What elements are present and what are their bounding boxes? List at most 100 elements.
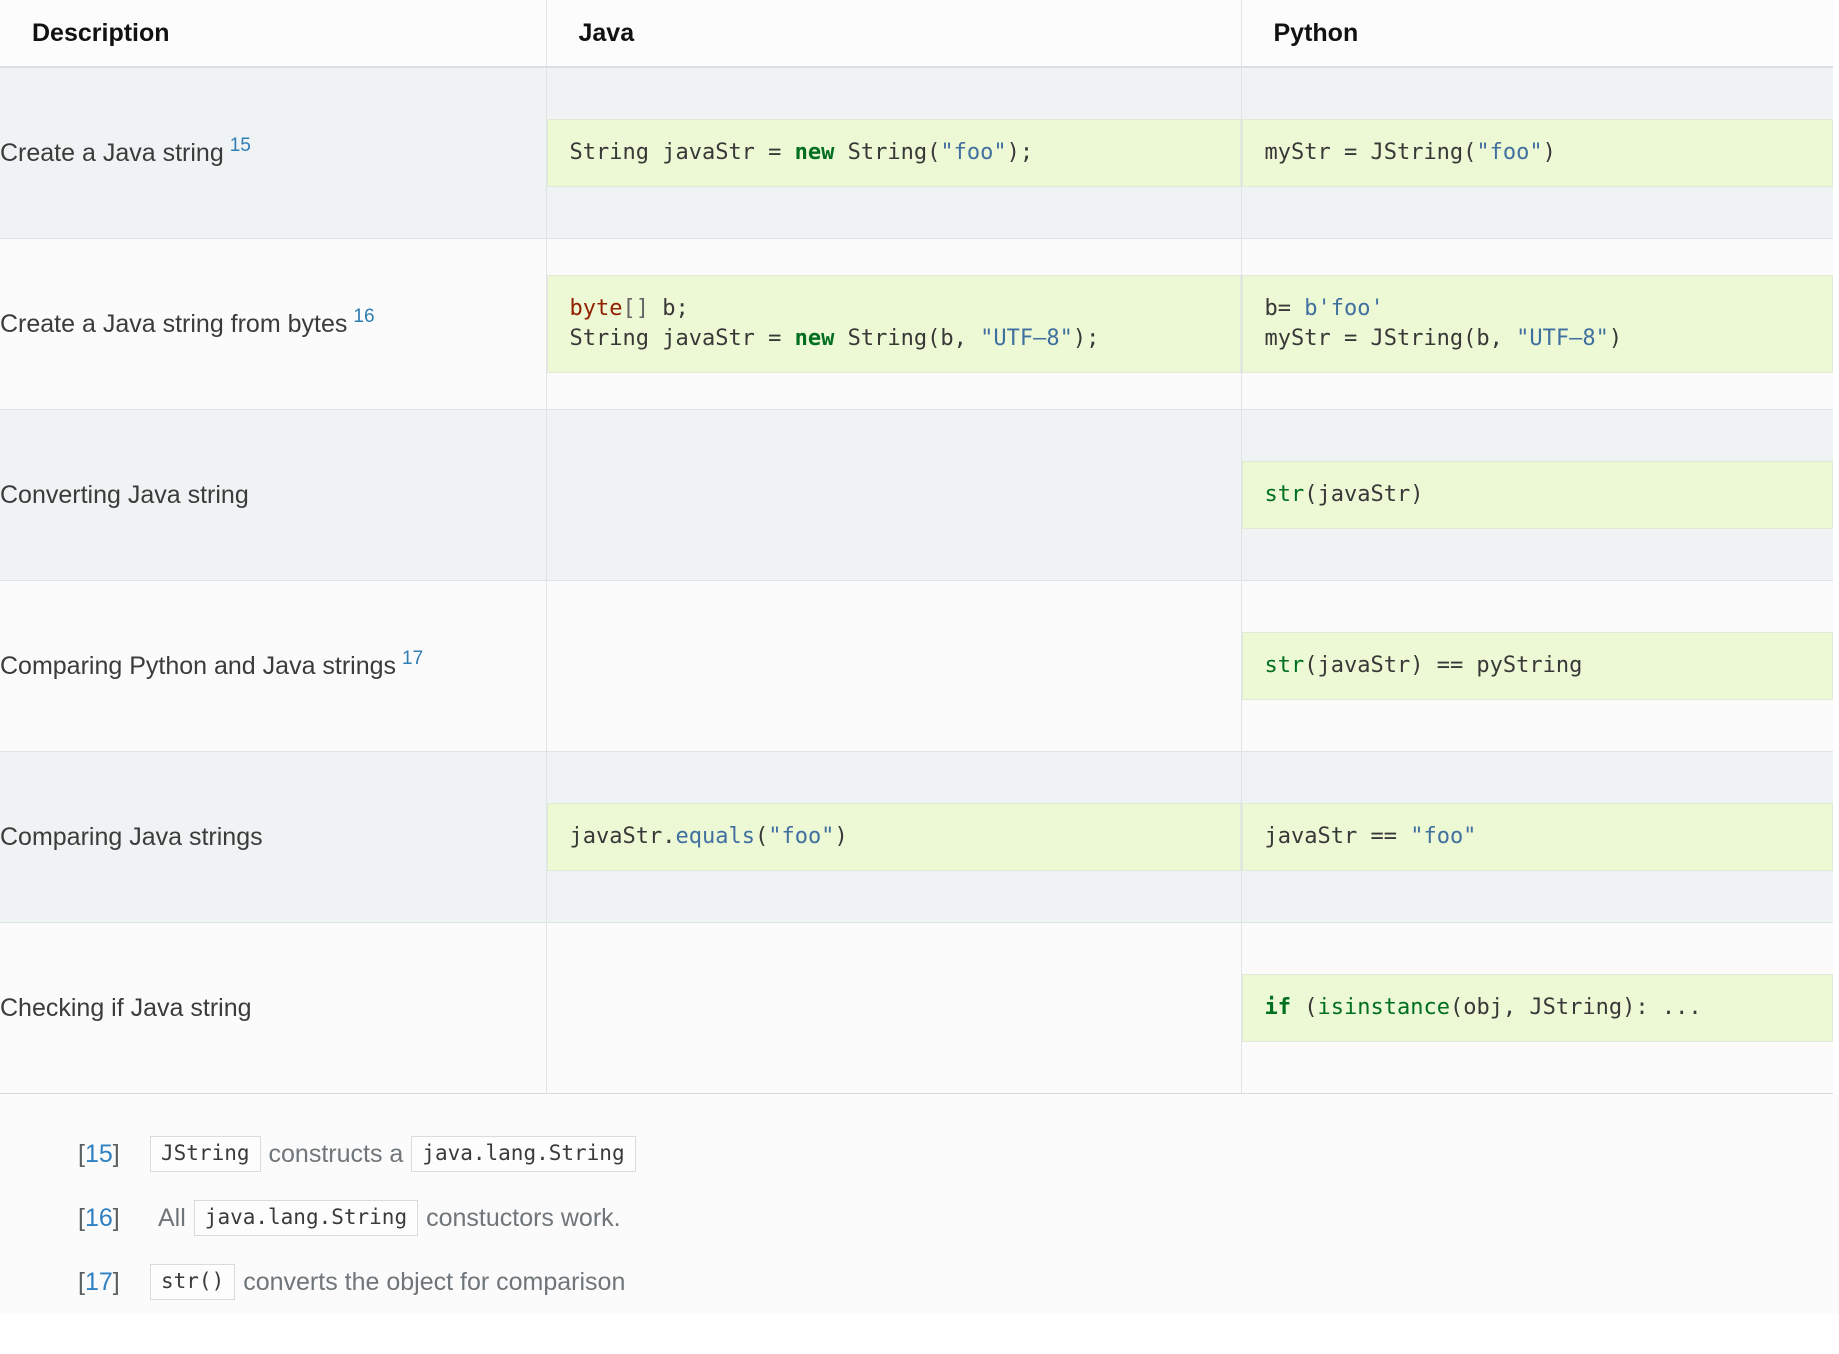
code-token: String( [834, 140, 941, 166]
cell-description: Checking if Java string [0, 922, 547, 1094]
column-header-java: Java [546, 0, 1242, 68]
code-token: b= [1264, 296, 1305, 322]
footnote-inline-code: str() [150, 1264, 236, 1300]
footnote-reference-link[interactable]: 16 [353, 306, 374, 327]
code-token: (javaStr) [1304, 482, 1424, 508]
footnote-bracket-open: [ [78, 1203, 85, 1232]
code-token: (javaStr) == pyString [1304, 653, 1583, 679]
footnote-plain-text: All [158, 1203, 186, 1232]
footnote-reference-link[interactable]: 15 [230, 135, 251, 156]
comparison-table-container: Description Java Python Create a Java st… [0, 0, 1839, 1094]
code-token: ) [1542, 140, 1556, 166]
code-token: isinstance [1317, 995, 1450, 1021]
code-token: myStr = JString(b, [1264, 326, 1517, 351]
table-row: Create a Java string from bytes 16 byte[] … [0, 238, 1833, 410]
footnote-item: [15] JString constructs a java.lang.String [0, 1122, 1839, 1186]
footnote-item: [16] All java.lang.String constuctors work. [0, 1186, 1839, 1250]
footnote-bracket-open: [ [78, 1139, 85, 1168]
cell-java-code: byte[] b; String javaStr = new String(b,… [546, 238, 1242, 410]
code-token: [] [622, 296, 649, 322]
java-python-comparison-table: Description Java Python Create a Java st… [0, 0, 1833, 1094]
code-token: myStr = JString( [1264, 140, 1477, 166]
python-code-block: myStr = JString("foo") [1241, 119, 1833, 187]
java-code-block: String javaStr = new String("foo"); [546, 119, 1241, 187]
code-token: javaStr. [569, 824, 676, 850]
code-token: ); [1072, 326, 1100, 351]
code-token: str [1264, 482, 1305, 508]
footnote-plain-text: converts the object for comparison [243, 1267, 626, 1296]
python-code-block: str(javaStr) [1241, 461, 1833, 529]
code-token: "foo" [1476, 140, 1543, 166]
cell-java-code: String javaStr = new String("foo"); [546, 66, 1242, 239]
code-token: "foo" [768, 824, 835, 850]
table-body: Create a Java string 15 String javaStr = n… [0, 66, 1833, 1094]
footnote-inline-code: java.lang.String [411, 1136, 636, 1172]
cell-description: Converting Java string [0, 409, 547, 581]
code-token: ); [1006, 140, 1034, 166]
table-header-row: Description Java Python [0, 0, 1833, 68]
footnote-bracket-close: ] [112, 1203, 120, 1232]
footnote-inline-code: java.lang.String [193, 1200, 419, 1236]
code-token: "foo" [1410, 824, 1477, 850]
cell-java-code [546, 580, 1242, 752]
footnotes-list: [15] JString constructs a java.lang.String[… [0, 1094, 1839, 1314]
footnote-plain-text: constructs a [268, 1139, 404, 1168]
table-row: Checking if Java string if (isinstance(ob… [0, 922, 1833, 1094]
cell-python-code: myStr = JString("foo") [1241, 66, 1833, 239]
python-code-block: javaStr == "foo" [1241, 803, 1833, 871]
footnote-text: All java.lang.String constuctors work. [150, 1200, 629, 1236]
code-token: ( [754, 824, 769, 850]
code-token: str [1264, 653, 1305, 679]
python-code-block: str(javaStr) == pyString [1241, 632, 1833, 700]
cell-python-code: javaStr == "foo" [1241, 751, 1833, 923]
code-token: ) [834, 824, 848, 850]
description-label: Create a Java string [0, 138, 224, 167]
cell-description: Comparing Python and Java strings 17 [0, 580, 547, 752]
footnote-reference-link[interactable]: 17 [402, 648, 423, 669]
cell-java-code [546, 409, 1242, 581]
footnote-number[interactable]: [17] [0, 1268, 150, 1297]
description-label: Checking if Java string [0, 993, 252, 1022]
code-token: String(b, [834, 326, 981, 351]
cell-java-code: javaStr.equals("foo") [546, 751, 1242, 923]
cell-description: Comparing Java strings [0, 751, 547, 923]
python-code-block: b= b'foo' myStr = JString(b, "UTF–8") [1241, 275, 1833, 373]
java-code-block: javaStr.equals("foo") [546, 803, 1241, 871]
footnote-number[interactable]: [15] [0, 1140, 150, 1169]
footnote-bracket-close: ] [112, 1139, 120, 1168]
table-row: Converting Java string str(javaStr) [0, 409, 1833, 581]
footnote-inline-code: JString [150, 1136, 261, 1172]
code-token: "UTF–8" [980, 326, 1073, 351]
footnote-text: str() converts the object for comparison [150, 1264, 633, 1300]
code-token: byte [569, 296, 623, 322]
cell-python-code: str(javaStr) [1241, 409, 1833, 581]
footnote-bracket-open: [ [78, 1267, 85, 1296]
code-token: javaStr == [1264, 824, 1411, 850]
code-token: b'foo' [1304, 296, 1384, 322]
footnote-number[interactable]: [16] [0, 1204, 150, 1233]
code-token: b; [648, 296, 689, 322]
footnote-plain-text: constuctors work. [426, 1203, 621, 1232]
description-label: Converting Java string [0, 480, 249, 509]
python-code-block: if (isinstance(obj, JString): ... [1241, 974, 1833, 1042]
code-token: "foo" [940, 140, 1007, 166]
code-token: String javaStr = [569, 140, 795, 166]
code-token: ) [1608, 326, 1623, 351]
code-token: (obj, JString): ... [1449, 995, 1702, 1021]
column-header-python: Python [1241, 0, 1833, 68]
cell-python-code: b= b'foo' myStr = JString(b, "UTF–8") [1241, 238, 1833, 410]
table-row: Comparing Python and Java strings 17 str(j… [0, 580, 1833, 752]
cell-description: Create a Java string from bytes 16 [0, 238, 547, 410]
footnote-item: [17] str() converts the object for compari… [0, 1250, 1839, 1314]
code-token: String javaStr = [569, 326, 795, 351]
footnote-number-value: 15 [84, 1139, 113, 1168]
footnote-number-value: 17 [84, 1267, 113, 1296]
code-token: if [1264, 995, 1292, 1021]
cell-python-code: if (isinstance(obj, JString): ... [1241, 922, 1833, 1094]
footnote-bracket-close: ] [112, 1267, 120, 1296]
table-row: Comparing Java strings javaStr.equals("fo… [0, 751, 1833, 923]
description-label: Create a Java string from bytes [0, 309, 348, 338]
column-header-description: Description [0, 0, 547, 68]
code-token: new [794, 326, 835, 351]
description-label: Comparing Python and Java strings [0, 651, 397, 680]
